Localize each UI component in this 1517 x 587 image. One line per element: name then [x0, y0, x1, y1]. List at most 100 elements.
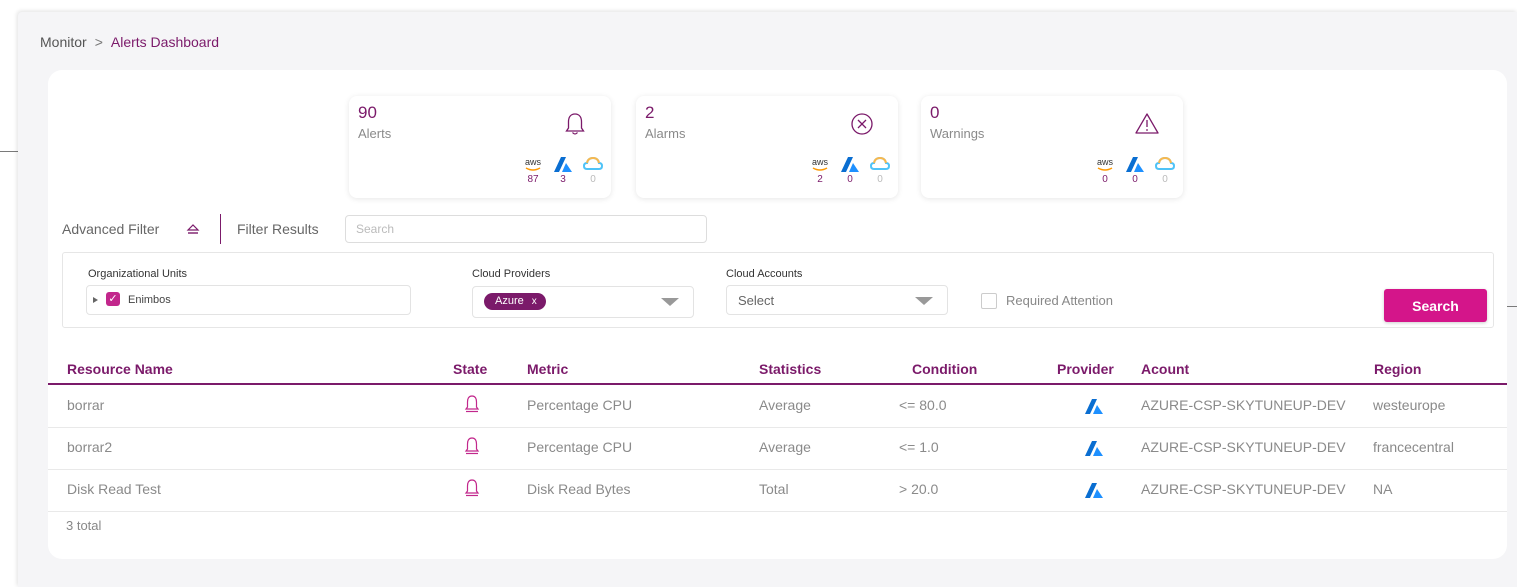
- cell-account: AZURE-CSP-SKYTUNEUP-DEV: [1141, 439, 1346, 455]
- aws-logo-icon: aws: [812, 157, 829, 171]
- aws-logo-text: aws: [812, 157, 829, 167]
- azure-icon: [1085, 483, 1103, 498]
- cell-region: francecentral: [1373, 439, 1454, 455]
- cell-resource-name: Disk Read Test: [67, 481, 161, 497]
- gcp-count: 0: [877, 174, 883, 185]
- cell-metric: Percentage CPU: [527, 439, 633, 455]
- org-unit-name: Enimbos: [128, 294, 171, 306]
- col-header-state[interactable]: State: [453, 361, 487, 377]
- table-row[interactable]: borrar Percentage CPU Average <= 80.0 AZ…: [48, 385, 1507, 428]
- bell-icon: [464, 395, 480, 413]
- cell-statistics: Total: [759, 481, 789, 497]
- warning-triangle-icon: [1135, 113, 1159, 134]
- col-header-metric[interactable]: Metric: [527, 361, 568, 377]
- table-total-count: 3 total: [66, 518, 102, 533]
- aws-logo-text: aws: [1097, 157, 1114, 167]
- col-header-provider[interactable]: Provider: [1057, 361, 1114, 377]
- azure-count: 0: [847, 174, 853, 185]
- circle-x-icon: [851, 113, 873, 135]
- azure-count: 0: [1132, 174, 1138, 185]
- stat-card-warnings[interactable]: 0 Warnings aws 0 0 0: [921, 96, 1183, 198]
- azure-count: 3: [560, 174, 566, 185]
- table-row[interactable]: borrar2 Percentage CPU Average <= 1.0 AZ…: [48, 427, 1507, 470]
- provider-azure: 3: [553, 156, 573, 185]
- filter-search-input[interactable]: [345, 215, 707, 243]
- chevron-down-icon[interactable]: [915, 297, 933, 305]
- cloud-providers-select[interactable]: Azure x: [472, 286, 694, 318]
- col-header-condition[interactable]: Condition: [912, 361, 977, 377]
- provider-gcp: 0: [1155, 156, 1175, 185]
- col-header-account[interactable]: Acount: [1141, 361, 1189, 377]
- cloud-logo-icon: [870, 156, 890, 170]
- breadcrumb-separator: >: [94, 34, 103, 50]
- cell-region: westeurope: [1373, 397, 1446, 413]
- aws-count: 2: [817, 174, 823, 185]
- required-attention-checkbox[interactable]: [981, 293, 997, 309]
- bell-icon: [464, 437, 480, 455]
- cloud-accounts-label: Cloud Accounts: [726, 268, 803, 280]
- eject-chevron-up-icon[interactable]: [186, 223, 200, 235]
- cell-metric: Disk Read Bytes: [527, 481, 631, 497]
- cloud-providers-label: Cloud Providers: [472, 268, 551, 280]
- stat-label: Alerts: [358, 126, 392, 141]
- advanced-filter-toggle[interactable]: Advanced Filter: [62, 221, 159, 237]
- provider-aws: aws 0: [1095, 156, 1115, 185]
- org-units-tree-select[interactable]: ✓ Enimbos: [86, 285, 411, 315]
- gcp-count: 0: [590, 174, 596, 185]
- aws-logo-icon: aws: [525, 157, 542, 171]
- cloud-logo-icon: [1155, 156, 1175, 170]
- provider-aws: aws 87: [523, 156, 543, 185]
- aws-logo-text: aws: [525, 157, 542, 167]
- stat-card-alarms[interactable]: 2 Alarms aws 2 0 0: [636, 96, 898, 198]
- org-units-label: Organizational Units: [88, 268, 188, 280]
- breadcrumb: Monitor > Alerts Dashboard: [40, 34, 219, 50]
- cell-condition: <= 80.0: [899, 397, 947, 413]
- aws-count: 0: [1102, 174, 1108, 185]
- cell-statistics: Average: [759, 397, 811, 413]
- table-row[interactable]: Disk Read Test Disk Read Bytes Total > 2…: [48, 469, 1507, 512]
- cell-account: AZURE-CSP-SKYTUNEUP-DEV: [1141, 481, 1346, 497]
- provider-gcp: 0: [583, 156, 603, 185]
- azure-logo-icon: [1126, 157, 1144, 172]
- stat-label: Warnings: [930, 126, 985, 141]
- stat-value: 0: [930, 103, 940, 122]
- aws-count: 87: [527, 174, 539, 185]
- cloud-logo-icon: [583, 156, 603, 170]
- filter-results-label: Filter Results: [237, 221, 319, 237]
- cell-account: AZURE-CSP-SKYTUNEUP-DEV: [1141, 397, 1346, 413]
- search-button[interactable]: Search: [1384, 289, 1487, 322]
- azure-icon: [1085, 399, 1103, 414]
- chevron-down-icon[interactable]: [661, 298, 679, 306]
- cell-resource-name: borrar2: [67, 439, 113, 455]
- bell-icon: [464, 479, 480, 497]
- cell-condition: > 20.0: [899, 481, 939, 497]
- col-header-statistics[interactable]: Statistics: [759, 361, 821, 377]
- cell-region: NA: [1373, 481, 1393, 497]
- breadcrumb-root[interactable]: Monitor: [40, 34, 87, 50]
- stat-label: Alarms: [645, 126, 686, 141]
- chip-label: Azure: [495, 295, 524, 307]
- provider-aws: aws 2: [810, 156, 830, 185]
- provider-gcp: 0: [870, 156, 890, 185]
- aws-logo-icon: aws: [1097, 157, 1114, 171]
- azure-icon: [1085, 441, 1103, 456]
- col-header-resource-name[interactable]: Resource Name: [67, 361, 173, 377]
- col-header-region[interactable]: Region: [1374, 361, 1421, 377]
- required-attention-label[interactable]: Required Attention: [1006, 293, 1113, 308]
- breadcrumb-current: Alerts Dashboard: [110, 34, 220, 50]
- stat-card-alerts[interactable]: 90 Alerts aws 87 3 0: [349, 96, 611, 198]
- stat-value: 90: [358, 103, 377, 122]
- provider-azure: 0: [840, 156, 860, 185]
- cloud-accounts-select[interactable]: Select: [726, 285, 948, 315]
- stat-value: 2: [645, 103, 655, 122]
- chip-remove-icon[interactable]: x: [532, 293, 537, 310]
- provider-azure: 0: [1125, 156, 1145, 185]
- gcp-count: 0: [1162, 174, 1168, 185]
- cell-metric: Percentage CPU: [527, 397, 633, 413]
- azure-logo-icon: [554, 157, 572, 172]
- org-unit-checkbox[interactable]: ✓: [106, 292, 120, 306]
- azure-logo-icon: [841, 157, 859, 172]
- expand-caret-icon[interactable]: [93, 297, 98, 303]
- filter-divider: [220, 214, 221, 244]
- cloud-accounts-value: Select: [738, 293, 775, 308]
